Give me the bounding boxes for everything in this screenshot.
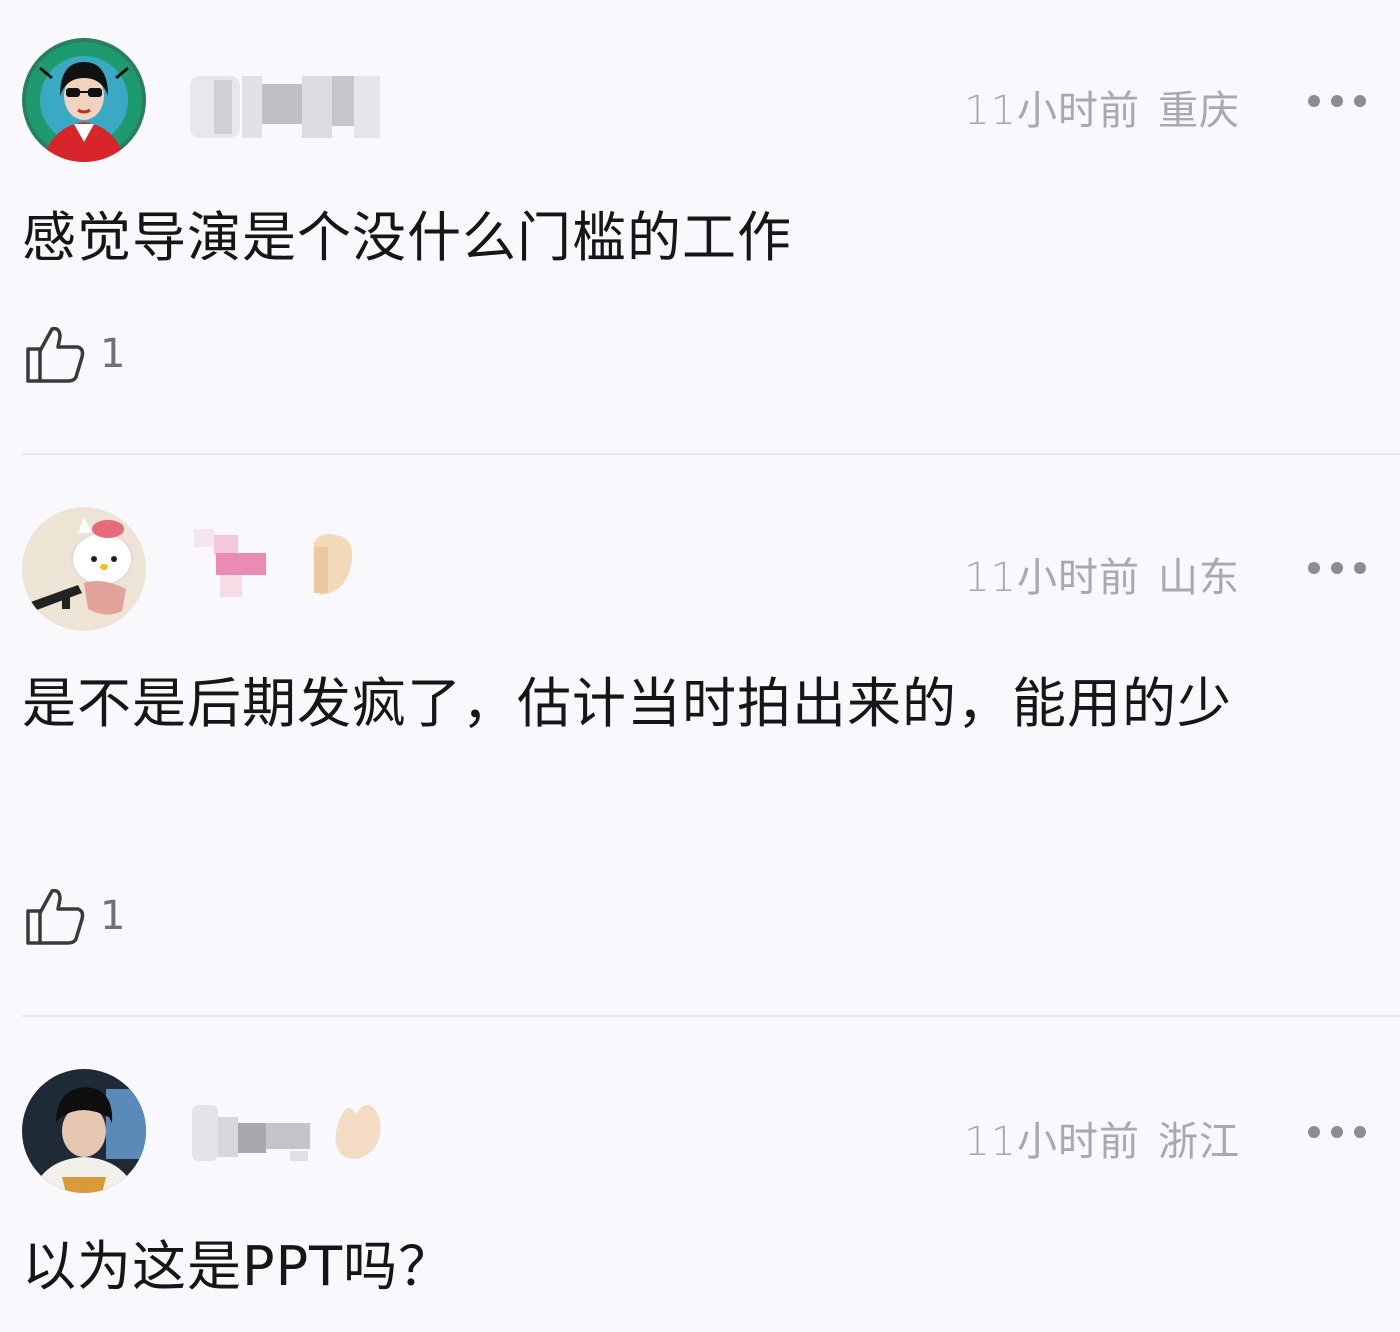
user-avatar[interactable] — [22, 1069, 146, 1193]
thumbs-up-icon — [26, 326, 85, 383]
more-dots-icon[interactable] — [1308, 92, 1366, 108]
comment-time: 11小时前 — [964, 88, 1140, 134]
comment-meta: 11小时前 山东 — [964, 545, 1240, 603]
avatar-hello-kitty-icon — [22, 507, 146, 631]
comment-time: 11小时前 — [964, 1119, 1140, 1165]
comment-meta: 11小时前 浙江 — [964, 1109, 1240, 1167]
avatar-woman-icon — [22, 38, 146, 162]
avatar-young-man-icon — [22, 1069, 146, 1193]
blurred-name-image — [190, 76, 380, 138]
username-blurred[interactable] — [190, 72, 385, 142]
user-avatar[interactable] — [22, 507, 146, 631]
like-count: 1 — [100, 331, 126, 377]
comment-item: 11小时前 重庆 感觉导演是个没什么门槛的工作 1 — [0, 0, 1400, 455]
username-blurred[interactable] — [190, 529, 365, 599]
comment-text: 以为这是PPT吗？ — [22, 1235, 454, 1298]
thumbs-up-icon — [26, 888, 85, 945]
comment-location: 重庆 — [1158, 88, 1240, 134]
blurred-name-image — [194, 529, 353, 597]
user-avatar[interactable] — [22, 38, 146, 162]
comment-meta: 11小时前 重庆 — [964, 78, 1240, 136]
comment-location: 浙江 — [1158, 1119, 1240, 1165]
username-blurred[interactable] — [190, 1099, 395, 1169]
comment-text: 是不是后期发疯了，估计当时拍出来的，能用的少 — [22, 672, 1232, 735]
like-count: 1 — [100, 893, 126, 939]
like-button[interactable]: 1 — [24, 322, 125, 386]
like-button[interactable]: 1 — [24, 884, 125, 948]
more-dots-icon[interactable] — [1308, 1123, 1366, 1139]
comment-item: 11小时前 山东 是不是后期发疯了，估计当时拍出来的，能用的少 1 — [0, 455, 1400, 1017]
comment-location: 山东 — [1158, 555, 1240, 601]
more-dots-icon[interactable] — [1308, 559, 1366, 575]
comment-item: 11小时前 浙江 以为这是PPT吗？ — [0, 1017, 1400, 1332]
comment-time: 11小时前 — [964, 555, 1140, 601]
blurred-name-image — [192, 1104, 381, 1161]
comment-text: 感觉导演是个没什么门槛的工作 — [22, 206, 792, 269]
